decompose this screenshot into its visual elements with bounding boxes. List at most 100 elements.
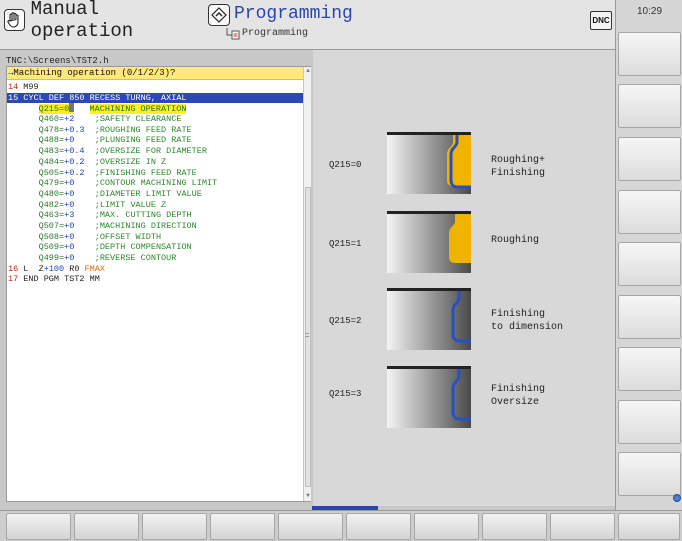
- line-number: 14: [8, 82, 19, 92]
- vertical-softkey-8[interactable]: [618, 400, 681, 444]
- softkey-5[interactable]: [278, 513, 343, 540]
- mode-manual-operation[interactable]: Manual operation: [4, 0, 200, 42]
- parameter-name: Q488=: [38, 135, 65, 146]
- parameter-value: +2: [64, 114, 75, 125]
- parameter-comment: ;REVERSE CONTOUR: [94, 253, 177, 263]
- program-line[interactable]: Q463=+3 ;MAX. CUTTING DEPTH: [7, 210, 303, 221]
- program-line[interactable]: 15 CYCL DEF 850 RECESS TURNG, AXIAL: [7, 92, 303, 104]
- option-description: Finishing Oversize: [491, 384, 546, 408]
- parameter-value: +0.2: [64, 156, 85, 167]
- parameter-name: Q483=: [38, 146, 65, 157]
- vertical-softkey-5[interactable]: [618, 242, 681, 286]
- parameter-value: +0.2: [64, 167, 85, 178]
- program-line[interactable]: Q484=+0.2 ;OVERSIZE IN Z: [7, 157, 303, 168]
- line-text: END PGM TST2 MM: [18, 274, 100, 285]
- fmax-keyword: FMAX: [84, 263, 105, 274]
- header-bar: Manual operation Programming Programming…: [0, 0, 615, 50]
- selected-parameter[interactable]: Q215=0: [38, 103, 75, 115]
- parameter-comment: ;CONTOUR MACHINING LIMIT: [94, 178, 218, 189]
- scroll-up-icon[interactable]: ▲: [305, 68, 311, 74]
- parameter-value: +3: [64, 210, 75, 221]
- option-label: Q215=3: [329, 389, 362, 399]
- program-lines: 14 M99 15 CYCL DEF 850 RECESS TURNG, AXIA…: [7, 82, 303, 285]
- program-line[interactable]: Q508=+0 ;OFFSET WIDTH: [7, 232, 303, 243]
- option-description: Finishing to dimension: [491, 309, 564, 333]
- softkey-10[interactable]: [618, 513, 680, 540]
- program-file-icon: [226, 28, 240, 40]
- program-line[interactable]: Q509=+0 ;DEPTH COMPENSATION: [7, 242, 303, 253]
- program-line[interactable]: Q482=+0 ;LIMIT VALUE Z: [7, 200, 303, 211]
- vertical-softkey-1[interactable]: [618, 32, 681, 76]
- softkey-2[interactable]: [74, 513, 139, 540]
- softkey-9[interactable]: [550, 513, 615, 540]
- parameter-name: Q499=: [38, 253, 65, 263]
- parameter-comment: ;OVERSIZE IN Z: [94, 156, 167, 167]
- softkey-page-indicator: [312, 506, 378, 510]
- program-line[interactable]: Q505=+0.2 ;FINISHING FEED RATE: [7, 168, 303, 179]
- softkey-1[interactable]: [6, 513, 71, 540]
- option-label: Q215=2: [329, 316, 362, 326]
- program-path: TNC:\Screens\TST2.h: [6, 56, 109, 66]
- vertical-softkey-6[interactable]: [618, 295, 681, 339]
- scroll-down-icon[interactable]: ▼: [305, 493, 311, 499]
- option-description: Roughing+ Finishing: [491, 155, 546, 179]
- parameter-value: +0: [64, 178, 75, 189]
- softkey-7[interactable]: [414, 513, 479, 540]
- option-label: Q215=0: [329, 160, 362, 170]
- parameter-comment: ;ROUGHING FEED RATE: [94, 124, 192, 135]
- parameter-value: +0: [64, 253, 75, 263]
- softkey-4[interactable]: [210, 513, 275, 540]
- programming-icon: [208, 4, 230, 26]
- scrollbar-thumb[interactable]: [305, 187, 311, 487]
- finishing-icon: [387, 288, 471, 350]
- vertical-softkey-7[interactable]: [618, 347, 681, 391]
- parameter-name: Q480=: [38, 188, 65, 199]
- parameter-value: +0: [64, 231, 75, 242]
- program-line[interactable]: 16 L Z+100 R0 FMAX: [7, 264, 303, 275]
- program-line[interactable]: 14 M99: [7, 82, 303, 93]
- vertical-softkey-3[interactable]: [618, 137, 681, 181]
- program-line[interactable]: Q480=+0 ;DIAMETER LIMIT VALUE: [7, 189, 303, 200]
- program-line[interactable]: Q488=+0 ;PLUNGING FEED RATE: [7, 135, 303, 146]
- program-line[interactable]: Q460=+2 ;SAFETY CLEARANCE: [7, 114, 303, 125]
- program-line[interactable]: Q479=+0 ;CONTOUR MACHINING LIMIT: [7, 178, 303, 189]
- program-editor[interactable]: →Machining operation (0/1/2/3)? 14 M99 15…: [6, 66, 311, 502]
- parameter-name: Q505=: [38, 167, 65, 178]
- program-line[interactable]: Q507=+0 ;MACHINING DIRECTION: [7, 221, 303, 232]
- dialog-prompt: →Machining operation (0/1/2/3)?: [7, 67, 303, 80]
- option-description: Roughing: [491, 235, 540, 246]
- vertical-softkey-2[interactable]: [618, 84, 681, 128]
- vertical-softkey-bar: 10:29: [615, 0, 682, 510]
- parameter-name: Q508=: [38, 231, 65, 242]
- softkey-8[interactable]: [482, 513, 547, 540]
- line-text: CYCL DEF 850 RECESS TURNG, AXIAL: [18, 92, 187, 103]
- option-label: Q215=1: [329, 239, 362, 249]
- mode-programming-sublabel: Programming: [242, 28, 309, 39]
- line-text: M99: [18, 82, 39, 92]
- parameter-name: Q482=: [38, 199, 65, 210]
- mode-programming-label: Programming: [234, 4, 353, 24]
- parameter-comment: ;SAFETY CLEARANCE: [94, 114, 182, 125]
- parameter-comment: ;OFFSET WIDTH: [94, 231, 162, 242]
- scrollbar[interactable]: ▲ ▼: [303, 67, 311, 501]
- parameter-comment: ;LIMIT VALUE Z: [94, 199, 167, 210]
- parameter-comment: ;MACHINING DIRECTION: [94, 220, 197, 231]
- program-line[interactable]: Q483=+0.4 ;OVERSIZE FOR DIAMETER: [7, 146, 303, 157]
- status-dot-icon: [673, 494, 681, 502]
- program-line[interactable]: Q215=0 MACHINING OPERATION: [7, 103, 303, 115]
- line-text: R0: [64, 263, 85, 274]
- horizontal-softkey-bar: [0, 510, 682, 541]
- vertical-softkey-4[interactable]: [618, 190, 681, 234]
- hand-icon: [4, 9, 25, 31]
- help-graphics-panel: Q215=0 Roughing+ Finishing Q215=1 Roughi…: [313, 50, 615, 506]
- vertical-softkey-9[interactable]: [618, 452, 681, 496]
- softkey-3[interactable]: [142, 513, 207, 540]
- program-line[interactable]: 17 END PGM TST2 MM: [7, 274, 303, 285]
- parameter-name: Q479=: [38, 178, 65, 189]
- parameter-comment: ;DIAMETER LIMIT VALUE: [94, 188, 202, 199]
- program-line[interactable]: Q499=+0 ;REVERSE CONTOUR: [7, 253, 303, 264]
- softkey-6[interactable]: [346, 513, 411, 540]
- program-line[interactable]: Q478=+0.3 ;ROUGHING FEED RATE: [7, 125, 303, 136]
- line-number: 15: [8, 92, 19, 103]
- mode-programming[interactable]: Programming Programming: [208, 4, 468, 44]
